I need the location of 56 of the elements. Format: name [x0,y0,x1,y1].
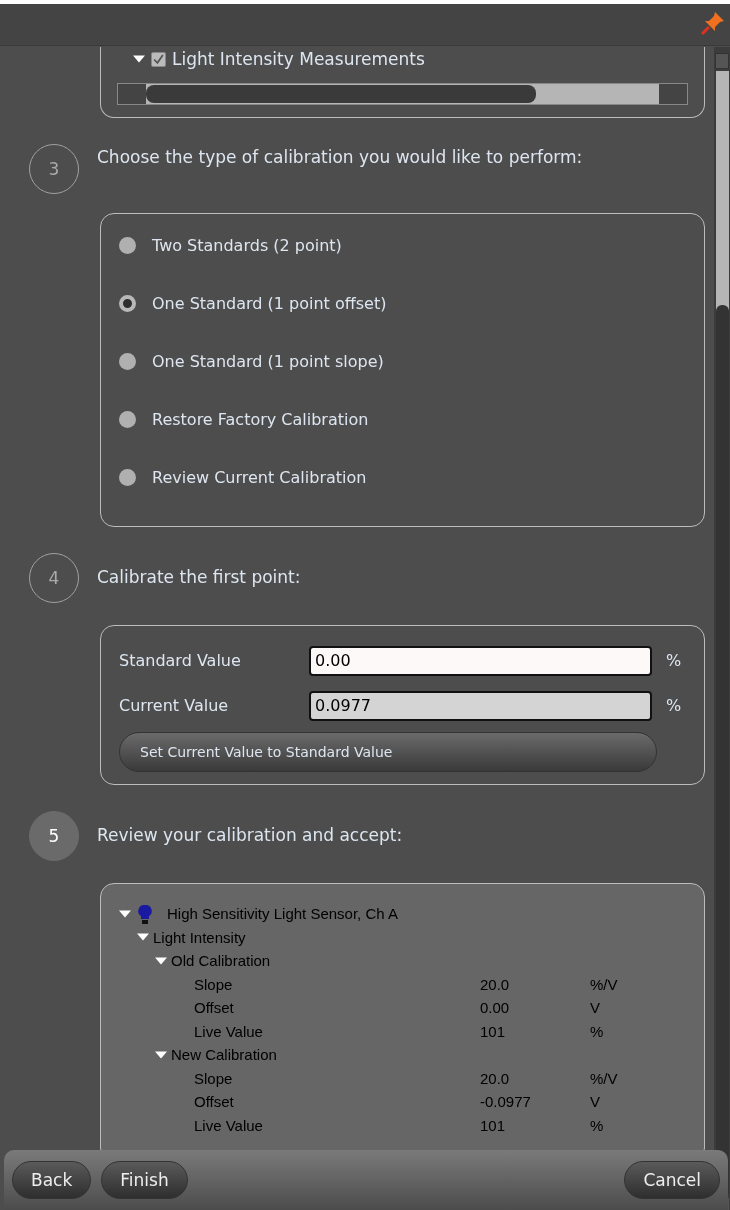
property-unit: V [590,1093,601,1111]
nav-button[interactable]: Finish [101,1161,188,1199]
expand-triangle-icon[interactable] [119,907,131,920]
vertical-scrollbar[interactable] [714,47,730,1210]
property-value: 101 [480,1116,507,1134]
radio-option[interactable]: Restore Factory Calibration [119,400,369,439]
expand-triangle-icon[interactable] [133,53,145,65]
unit-label: % [666,651,682,670]
cancel-button[interactable]: Cancel [624,1161,720,1199]
property-name: Slope [194,1069,234,1087]
property-unit: %/V [590,1069,619,1087]
set-value-button[interactable]: Set Current Value to Standard Value [119,732,657,772]
property-value: -0.0977 [480,1093,532,1111]
property-value: 20.0 [480,975,511,993]
horizontal-scrollbar[interactable] [117,83,688,105]
property-unit: V [590,999,601,1017]
step-number: 5 [29,811,79,861]
step-title: Choose the type of calibration you would like to perform: [97,146,584,168]
property-unit: %/V [590,975,619,993]
property-value: 101 [480,1022,507,1040]
property-name: Live Value [194,1022,264,1040]
property-name: Slope [194,975,234,993]
radio-option[interactable]: One Standard (1 point slope) [119,342,384,381]
property-unit: % [590,1116,605,1134]
nav-button[interactable]: Back [12,1161,92,1199]
pushpin-icon[interactable] [700,10,726,36]
property-unit: % [590,1022,605,1040]
tree-label[interactable]: Light Intensity [153,928,246,946]
unit-label: % [666,696,682,715]
expand-triangle-icon[interactable] [155,1048,167,1061]
step-title: Calibrate the first point: [97,566,302,588]
tree-label[interactable]: High Sensitivity Light Sensor, Ch A [167,905,398,923]
radio-icon[interactable] [119,411,136,428]
field-label: Current Value [119,696,230,715]
property-name: Live Value [194,1116,264,1134]
tree-label[interactable]: Old Calibration [171,952,271,970]
expand-triangle-icon[interactable] [155,954,167,967]
property-value: 20.0 [480,1069,511,1087]
checkbox[interactable] [151,51,166,67]
property-name: Offset [194,1093,235,1111]
tree-label[interactable]: New Calibration [171,1046,277,1064]
radio-option[interactable]: Review Current Calibration [119,458,367,497]
radio-option[interactable]: Two Standards (2 point) [119,226,342,265]
step-number: 4 [29,553,79,603]
radio-icon[interactable] [119,295,136,312]
tree-label[interactable]: Light Intensity Measurements [172,49,425,69]
property-name: Offset [194,999,235,1017]
radio-icon[interactable] [119,353,136,370]
value-field[interactable]: 0.00 [309,645,652,676]
step-title: Review your calibration and accept: [97,824,404,846]
field-label: Standard Value [119,651,242,670]
property-value: 0.00 [480,999,511,1017]
radio-icon[interactable] [119,469,136,486]
step-number: 3 [29,144,79,194]
radio-option[interactable]: One Standard (1 point offset) [119,284,387,323]
radio-icon[interactable] [119,237,136,254]
